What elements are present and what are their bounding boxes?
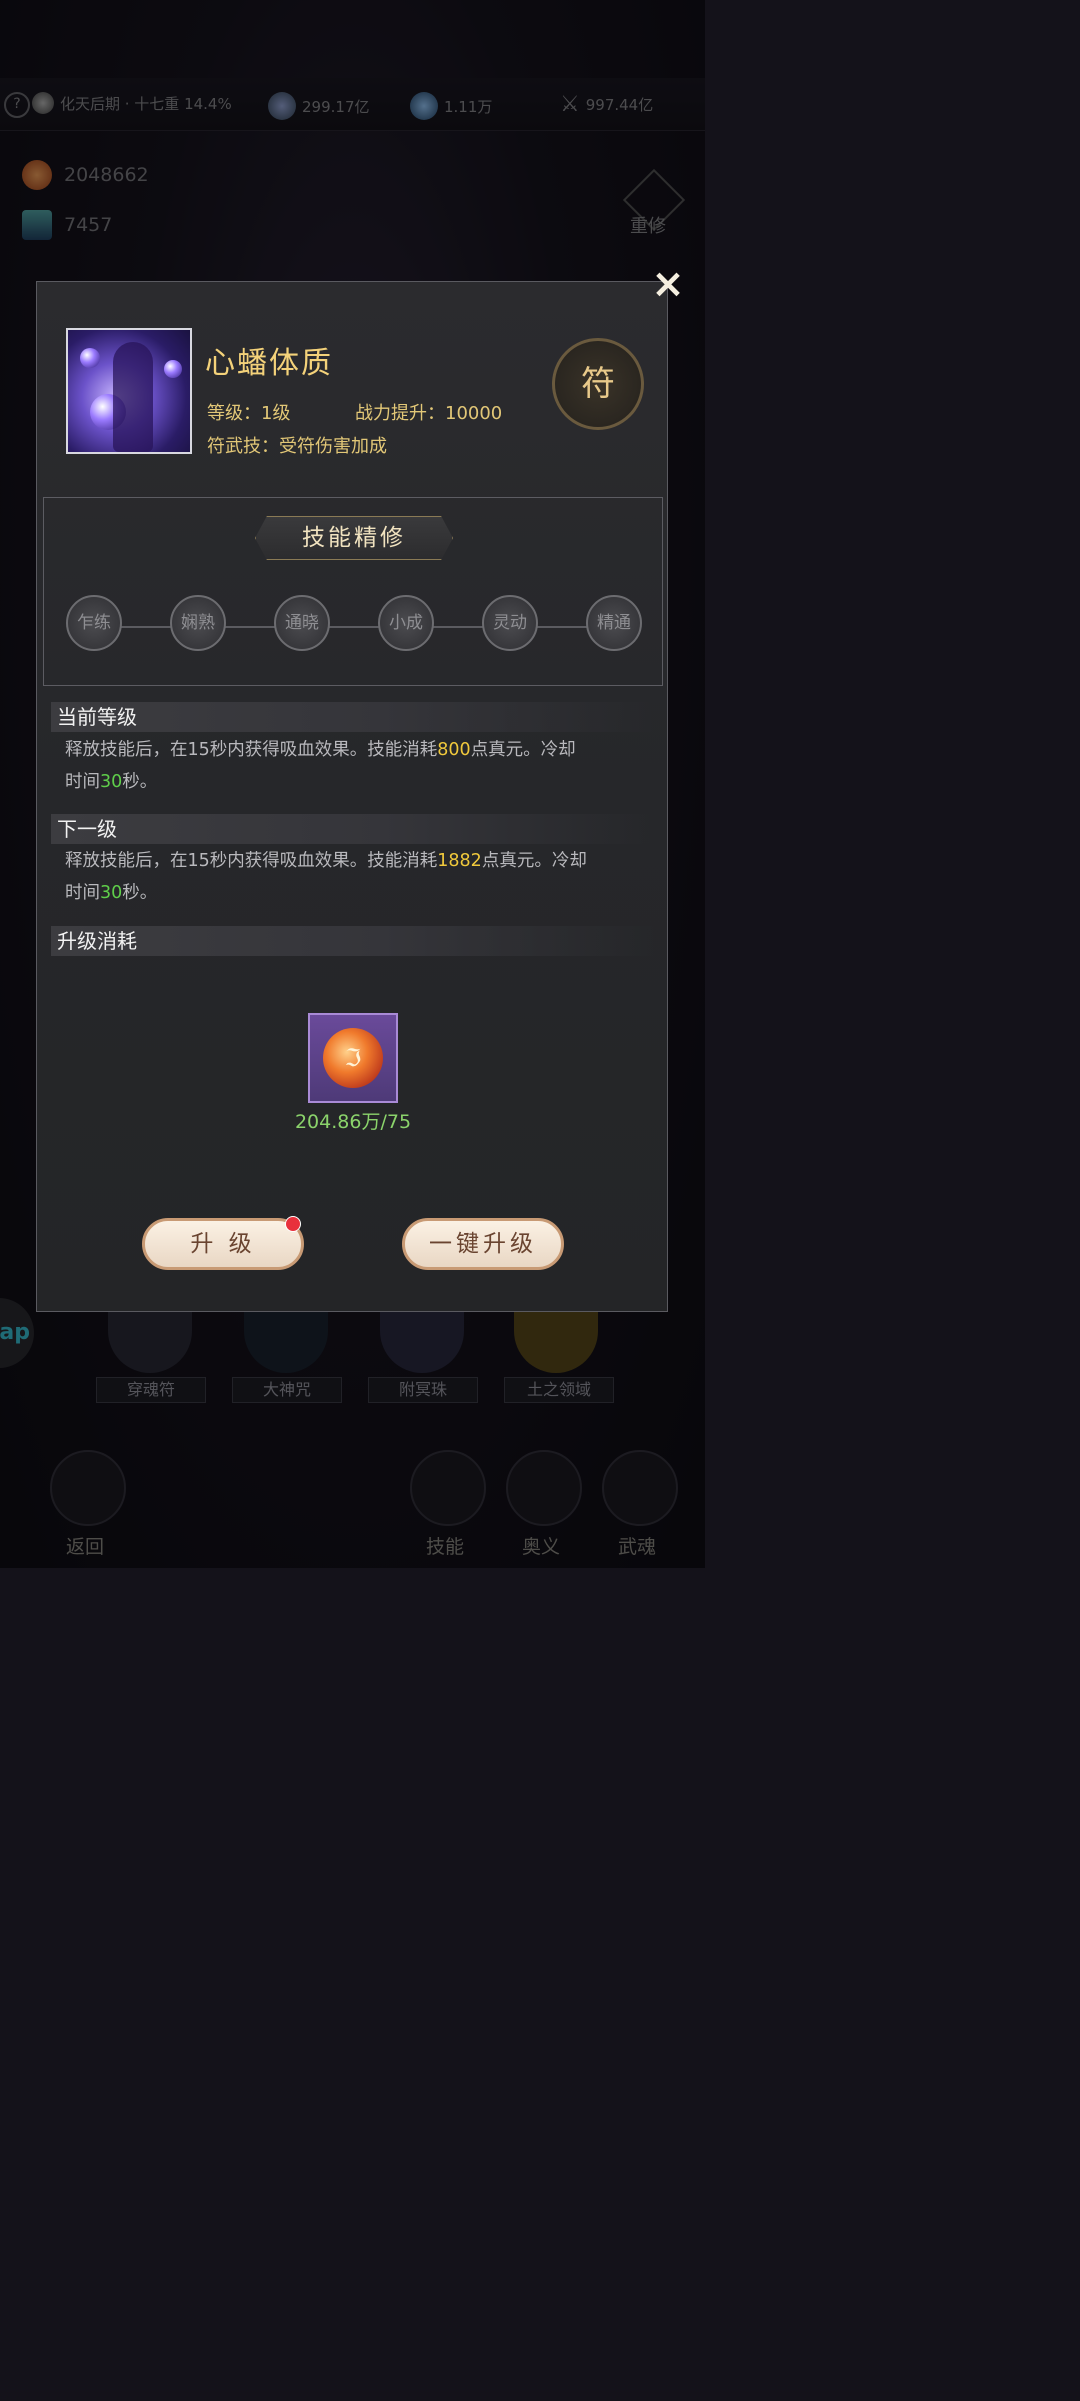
next-level-header: 下一级 — [51, 814, 655, 844]
notification-dot — [285, 1216, 301, 1232]
one-click-upgrade-button[interactable]: 一键升级 — [402, 1218, 564, 1270]
refine-stage[interactable]: 娴熟 — [170, 595, 226, 651]
desc-text: 点真元。冷却 — [481, 851, 587, 871]
skill-refine-panel: 技能精修 乍练 娴熟 通晓 小成 灵动 精通 — [43, 497, 663, 686]
material-count: 204.86万/75 — [294, 1111, 412, 1133]
desc-text: 点真元。冷却 — [470, 740, 576, 760]
upgrade-cost-header: 升级消耗 — [51, 926, 655, 956]
cooldown-value: 30 — [100, 772, 123, 792]
orb-icon — [164, 360, 182, 378]
desc-text: 时间 — [65, 772, 100, 792]
skill-portrait — [66, 328, 192, 454]
refine-stage[interactable]: 通晓 — [274, 595, 330, 651]
upgrade-material-slot[interactable]: ℑ — [308, 1013, 398, 1103]
refine-stage[interactable]: 精通 — [586, 595, 642, 651]
talisman-skill-effect: 符武技：受符伤害加成 — [207, 436, 387, 457]
talisman-emblem: 符 — [552, 338, 644, 430]
desc-text: 时间 — [65, 883, 100, 903]
figure-silhouette — [113, 342, 153, 452]
fire-orb-icon: ℑ — [323, 1028, 383, 1088]
skill-name: 心蟠体质 — [205, 346, 333, 381]
orb-icon — [80, 348, 100, 368]
refine-stage[interactable]: 灵动 — [482, 595, 538, 651]
skill-detail-dialog: 心蟠体质 等级：1级 战力提升：10000 符武技：受符伤害加成 符 技能精修 … — [36, 281, 668, 1312]
desc-text: 秒。 — [122, 883, 158, 903]
next-level-description: 释放技能后，在15秒内获得吸血效果。技能消耗1882点真元。冷却 时间30秒。 — [65, 845, 645, 909]
desc-text: 秒。 — [122, 772, 158, 792]
refine-title: 技能精修 — [255, 516, 453, 560]
desc-text: 释放技能后，在15秒内获得吸血效果。技能消耗 — [65, 740, 438, 760]
mana-cost: 1882 — [437, 851, 482, 871]
current-level-header: 当前等级 — [51, 702, 655, 732]
cooldown-value: 30 — [100, 883, 123, 903]
power-boost: 战力提升：10000 — [355, 403, 503, 424]
mana-cost: 800 — [437, 740, 471, 760]
upgrade-button[interactable]: 升 级 — [142, 1218, 304, 1270]
current-level-description: 释放技能后，在15秒内获得吸血效果。技能消耗800点真元。冷却 时间30秒。 — [65, 734, 645, 798]
refine-stage[interactable]: 小成 — [378, 595, 434, 651]
refine-stage[interactable]: 乍练 — [66, 595, 122, 651]
desc-text: 释放技能后，在15秒内获得吸血效果。技能消耗 — [65, 851, 438, 871]
close-icon[interactable]: × — [650, 264, 686, 304]
skill-level: 等级：1级 — [207, 403, 291, 424]
